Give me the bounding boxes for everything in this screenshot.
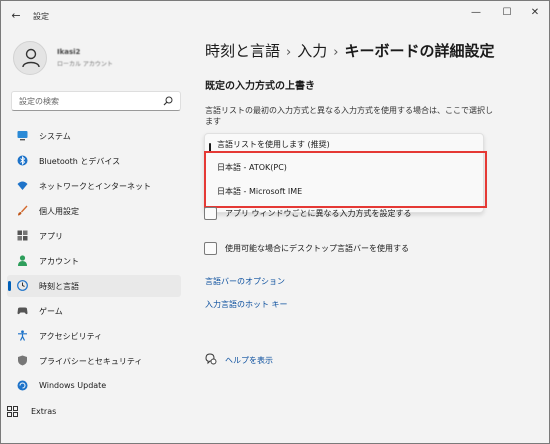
sidebar-item-system[interactable]: システム — [7, 125, 181, 147]
sidebar-item-gaming[interactable]: ゲーム — [7, 300, 181, 322]
checkbox-label: アプリ ウィンドウごとに異なる入力方式を設定する — [225, 209, 412, 218]
apps-icon — [17, 230, 28, 241]
search-placeholder: 設定の検索 — [19, 97, 59, 106]
sidebar-item-network[interactable]: ネットワークとインターネット — [7, 175, 181, 197]
sidebar-item-label: 時刻と言語 — [39, 282, 79, 291]
person-icon — [18, 255, 27, 266]
update-icon — [17, 380, 28, 391]
minimize-button[interactable]: — — [464, 5, 488, 21]
sidebar-item-label: アプリ — [39, 232, 63, 241]
breadcrumb-current: キーボードの詳細設定 — [344, 42, 495, 60]
bluetooth-icon — [17, 155, 28, 166]
breadcrumb-separator: › — [286, 45, 292, 60]
sidebar-item-label: Extras — [31, 407, 57, 416]
account-type: ローカル アカウント — [57, 61, 113, 68]
avatar[interactable] — [13, 41, 47, 75]
dropdown-option-label: 言語リストを使用します (推奨) — [217, 140, 330, 149]
sidebar-item-personalization[interactable]: 個人用設定 — [7, 200, 181, 222]
sidebar-item-label: 個人用設定 — [39, 207, 79, 216]
brush-icon — [18, 205, 28, 216]
annotation-highlight — [204, 151, 487, 208]
sidebar-item-label: ゲーム — [39, 307, 63, 316]
sidebar-item-apps[interactable]: アプリ — [7, 225, 181, 247]
sidebar-item-privacy[interactable]: プライバシーとセキュリティ — [7, 350, 181, 372]
clock-globe-icon — [17, 280, 28, 291]
checkbox[interactable] — [204, 242, 217, 255]
window-title: 設定 — [33, 12, 49, 21]
main-content: 時刻と言語 › 入力 › キーボードの詳細設定 既定の入力方式の上書き 言語リストの最初… — [191, 31, 549, 443]
sidebar-item-label: Windows Update — [39, 381, 107, 390]
search-icon[interactable] — [163, 96, 173, 106]
sidebar-item-label: アカウント — [39, 257, 79, 266]
sidebar-item-bluetooth[interactable]: Bluetooth とデバイス — [7, 150, 181, 172]
sidebar: Ikasi2 ローカル アカウント 設定の検索 システム Bluetooth と… — [1, 31, 191, 443]
account-name: Ikasi2 — [57, 48, 81, 56]
sidebar-item-label: プライバシーとセキュリティ — [39, 357, 143, 366]
checkbox-label: 使用可能な場合にデスクトップ言語バーを使用する — [225, 244, 409, 253]
accessibility-icon — [18, 330, 27, 341]
per-app-input-checkbox[interactable]: アプリ ウィンドウごとに異なる入力方式を設定する — [204, 206, 504, 222]
person-icon — [22, 48, 40, 68]
sidebar-item-accounts[interactable]: アカウント — [7, 250, 181, 272]
title-bar: ← 設定 — ☐ ✕ — [1, 1, 549, 31]
monitor-icon — [17, 131, 28, 141]
extras-icon — [7, 406, 18, 417]
language-bar-options-link[interactable]: 言語バーのオプション — [205, 276, 285, 287]
sidebar-item-time-language[interactable]: 時刻と言語 — [7, 275, 181, 297]
sidebar-item-label: ネットワークとインターネット — [39, 182, 151, 191]
search-input[interactable]: 設定の検索 — [11, 91, 181, 111]
settings-window: ← 設定 — ☐ ✕ Ikasi2 ローカル アカウント 設定の検索 システム — [0, 0, 550, 444]
breadcrumb: 時刻と言語 › 入力 › キーボードの詳細設定 — [205, 40, 494, 61]
close-button[interactable]: ✕ — [523, 5, 547, 21]
breadcrumb-item[interactable]: 時刻と言語 — [205, 42, 280, 60]
section-description: 言語リストの最初の入力方式と異なる入力方式を使用する場合は、ここで選択します — [205, 106, 493, 126]
shield-icon — [18, 355, 27, 366]
sidebar-item-accessibility[interactable]: アクセシビリティ — [7, 325, 181, 347]
gamepad-icon — [17, 307, 28, 315]
back-button[interactable]: ← — [9, 9, 23, 23]
section-title: 既定の入力方式の上書き — [205, 81, 315, 92]
breadcrumb-separator: › — [333, 45, 339, 60]
checkbox[interactable] — [204, 207, 217, 220]
maximize-button[interactable]: ☐ — [495, 5, 519, 21]
sidebar-item-windows-update[interactable]: Windows Update — [7, 375, 181, 397]
sidebar-item-label: Bluetooth とデバイス — [39, 157, 121, 166]
wifi-icon — [17, 181, 28, 190]
desktop-language-bar-checkbox[interactable]: 使用可能な場合にデスクトップ言語バーを使用する — [204, 241, 504, 257]
help-icon — [205, 353, 217, 365]
sidebar-item-extras[interactable]: Extras — [1, 401, 175, 423]
input-language-hotkeys-link[interactable]: 入力言語のホット キー — [205, 299, 288, 310]
sidebar-item-label: アクセシビリティ — [39, 332, 103, 341]
breadcrumb-item[interactable]: 入力 — [297, 42, 327, 60]
sidebar-item-label: システム — [39, 132, 71, 141]
help-label: ヘルプを表示 — [225, 356, 273, 365]
